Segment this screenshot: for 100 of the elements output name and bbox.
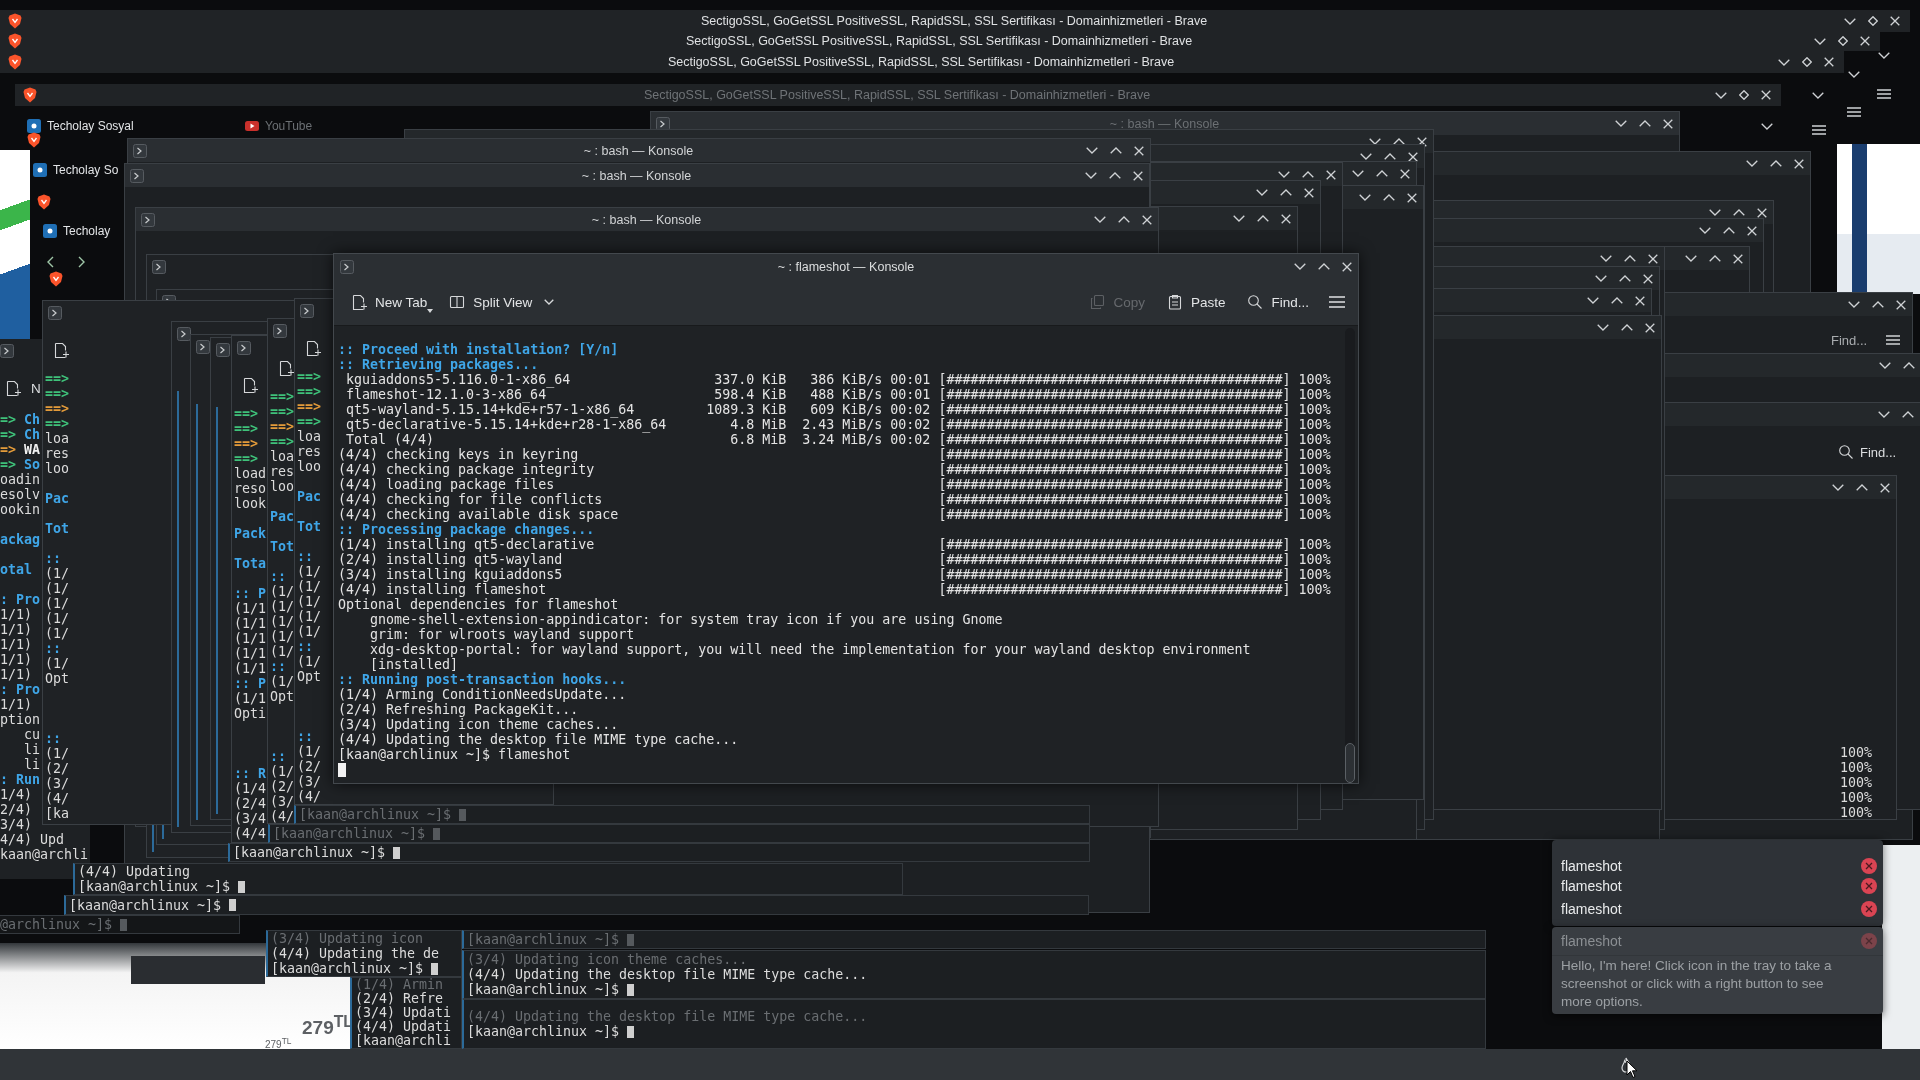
close-icon[interactable] xyxy=(1342,261,1352,272)
maximize-icon[interactable] xyxy=(1110,147,1122,154)
close-icon[interactable] xyxy=(1733,253,1743,264)
close-icon[interactable] xyxy=(1408,151,1418,162)
minimize-icon[interactable] xyxy=(1709,209,1721,216)
minimize-icon[interactable] xyxy=(1352,170,1364,177)
minimize-icon[interactable] xyxy=(1587,297,1599,304)
notification-title[interactable]: flameshot xyxy=(1561,901,1622,917)
browser-tab[interactable]: YouTube xyxy=(245,119,313,133)
maximize-icon[interactable] xyxy=(1611,297,1623,304)
find-button[interactable]: Find... xyxy=(1838,443,1902,461)
close-icon[interactable] xyxy=(1880,482,1890,493)
menu-icon[interactable] xyxy=(1886,335,1900,345)
minimize-icon[interactable] xyxy=(1685,255,1697,262)
maximize-icon[interactable] xyxy=(1257,215,1269,222)
maximize-icon[interactable] xyxy=(1872,301,1884,308)
minimize-icon[interactable] xyxy=(1595,275,1607,282)
minimize-icon[interactable] xyxy=(1233,215,1245,222)
maximize-icon[interactable] xyxy=(1109,172,1121,179)
minimize-icon[interactable] xyxy=(1778,58,1790,66)
minimize-icon[interactable] xyxy=(1094,216,1106,223)
close-icon[interactable] xyxy=(1663,118,1673,129)
close-icon[interactable] xyxy=(1757,207,1767,218)
minimize-icon[interactable] xyxy=(1600,255,1612,262)
new-tab-icon[interactable] xyxy=(242,377,258,393)
notification-title[interactable]: flameshot xyxy=(1561,858,1622,874)
close-icon[interactable] xyxy=(1635,295,1645,306)
find-button[interactable]: Find... xyxy=(1826,331,1873,349)
maximize-icon[interactable] xyxy=(1621,324,1633,331)
close-icon[interactable] xyxy=(1643,273,1653,284)
scrollbar[interactable] xyxy=(1345,328,1355,783)
menu-icon[interactable] xyxy=(1812,125,1826,135)
chevron-down-icon[interactable] xyxy=(1761,123,1773,130)
paste-button[interactable]: Paste xyxy=(1160,287,1232,317)
maximize-icon[interactable] xyxy=(1280,189,1292,196)
scrollbar-thumb[interactable] xyxy=(1345,743,1355,783)
close-icon[interactable] xyxy=(1794,158,1804,169)
notification-title[interactable]: flameshot xyxy=(1561,878,1622,894)
maximize-icon[interactable] xyxy=(1384,153,1396,160)
minimize-icon[interactable] xyxy=(1597,324,1609,331)
forward-icon[interactable] xyxy=(78,256,85,268)
close-icon[interactable] xyxy=(1890,16,1900,26)
browser-tab[interactable]: Techolay Sosyal xyxy=(27,119,134,133)
maximize-icon[interactable] xyxy=(1903,362,1915,369)
minimize-icon[interactable] xyxy=(1844,17,1856,25)
minimize-icon[interactable] xyxy=(1814,37,1826,45)
new-tab-icon[interactable] xyxy=(278,360,294,376)
diamond-icon[interactable] xyxy=(1802,57,1812,67)
close-icon[interactable] xyxy=(1400,168,1410,179)
shield-icon[interactable] xyxy=(27,132,41,148)
maximize-icon[interactable] xyxy=(1770,160,1782,167)
close-icon[interactable] xyxy=(1142,214,1152,225)
minimize-icon[interactable] xyxy=(1278,171,1290,178)
shield-icon[interactable] xyxy=(37,194,51,210)
minimize-icon[interactable] xyxy=(1360,153,1372,160)
maximize-icon[interactable] xyxy=(1856,484,1868,491)
minimize-icon[interactable] xyxy=(1256,189,1268,196)
close-icon[interactable] xyxy=(1133,170,1143,181)
minimize-icon[interactable] xyxy=(1746,160,1758,167)
minimize-icon[interactable] xyxy=(1086,147,1098,154)
menu-icon[interactable] xyxy=(1847,107,1861,117)
diamond-icon[interactable] xyxy=(1868,16,1878,26)
browser-tab[interactable]: Techolay So xyxy=(33,163,119,177)
new-tab-button[interactable]: N xyxy=(0,380,41,396)
minimize-icon[interactable] xyxy=(1699,227,1711,234)
maximize-icon[interactable] xyxy=(1118,216,1130,223)
minimize-icon[interactable] xyxy=(1359,194,1371,201)
maximize-icon[interactable] xyxy=(1318,263,1330,270)
close-icon[interactable] xyxy=(1761,90,1771,100)
maximize-icon[interactable] xyxy=(1902,411,1914,418)
chevron-down-icon[interactable] xyxy=(1848,71,1860,78)
new-tab-button[interactable]: New Tab xyxy=(345,287,434,317)
minimize-icon[interactable] xyxy=(1879,362,1891,369)
find-button[interactable]: Find... xyxy=(1241,287,1315,317)
close-icon[interactable] xyxy=(1896,299,1906,310)
close-icon[interactable] xyxy=(1824,57,1834,67)
minimize-icon[interactable] xyxy=(1294,263,1306,270)
maximize-icon[interactable] xyxy=(1619,275,1631,282)
minimize-icon[interactable] xyxy=(1878,411,1890,418)
minimize-icon[interactable] xyxy=(1848,301,1860,308)
shield-icon[interactable] xyxy=(49,271,63,287)
diamond-icon[interactable] xyxy=(1838,36,1848,46)
chevron-down-icon[interactable] xyxy=(1878,52,1890,59)
close-icon[interactable] xyxy=(1134,145,1144,156)
maximize-icon[interactable] xyxy=(1383,194,1395,201)
notification-popup[interactable]: flameshot Hello, I'm here! Click icon in the tray to take a screenshot or click with a right button to see more options. xyxy=(1552,927,1883,1014)
chevron-down-icon[interactable] xyxy=(1812,92,1824,99)
minimize-icon[interactable] xyxy=(1615,120,1627,127)
menu-icon[interactable] xyxy=(1877,89,1891,99)
close-icon[interactable] xyxy=(1281,213,1291,224)
minimize-icon[interactable] xyxy=(1832,484,1844,491)
close-icon[interactable] xyxy=(1648,253,1658,264)
new-tab-icon[interactable] xyxy=(53,342,69,358)
maximize-icon[interactable] xyxy=(1733,209,1745,216)
split-view-button[interactable]: Split View xyxy=(443,287,561,317)
close-icon[interactable] xyxy=(1326,169,1336,180)
browser-tab[interactable]: Techolay xyxy=(43,224,111,238)
back-icon[interactable] xyxy=(47,256,54,268)
maximize-icon[interactable] xyxy=(1639,120,1651,127)
new-tab-icon[interactable] xyxy=(305,340,321,356)
